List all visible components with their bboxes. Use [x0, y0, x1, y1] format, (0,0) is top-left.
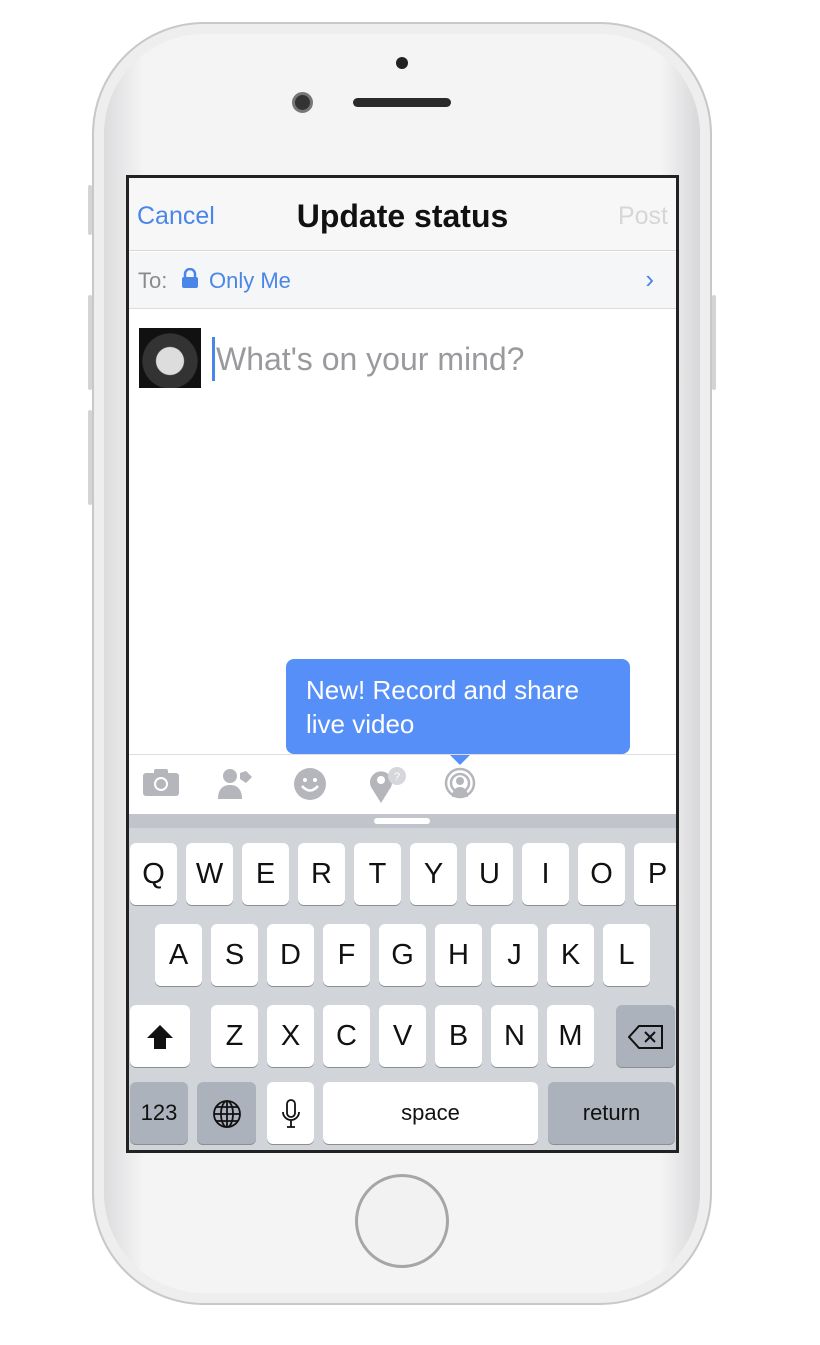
key-e[interactable]: E — [242, 843, 289, 905]
nav-bar: Cancel Update status Post — [129, 178, 676, 251]
key-m[interactable]: M — [547, 1005, 594, 1067]
globe-icon — [212, 1100, 241, 1129]
earpiece-speaker — [353, 98, 451, 107]
numbers-key[interactable]: 123 — [130, 1082, 188, 1144]
shift-icon — [147, 1025, 173, 1050]
keyboard: Q W E R T Y U I O P A S D F G H J K L Z X C V B N M 123 space return — [129, 814, 676, 1150]
volume-down-button — [88, 410, 92, 505]
lock-icon — [182, 268, 198, 288]
composer-toolbar: ? — [129, 754, 676, 814]
key-k[interactable]: K — [547, 924, 594, 986]
key-a[interactable]: A — [155, 924, 202, 986]
key-q[interactable]: Q — [130, 843, 177, 905]
key-d[interactable]: D — [267, 924, 314, 986]
key-b[interactable]: B — [435, 1005, 482, 1067]
audience-selector[interactable]: To: Only Me › — [129, 252, 676, 309]
key-u[interactable]: U — [466, 843, 513, 905]
key-j[interactable]: J — [491, 924, 538, 986]
text-cursor — [212, 337, 215, 381]
key-l[interactable]: L — [603, 924, 650, 986]
power-button — [712, 295, 716, 390]
key-h[interactable]: H — [435, 924, 482, 986]
page-title: Update status — [296, 198, 509, 234]
key-y[interactable]: Y — [410, 843, 457, 905]
space-key[interactable]: space — [323, 1082, 538, 1144]
globe-key[interactable] — [197, 1082, 256, 1144]
key-n[interactable]: N — [491, 1005, 538, 1067]
live-video-icon[interactable] — [440, 767, 480, 803]
key-v[interactable]: V — [379, 1005, 426, 1067]
key-t[interactable]: T — [354, 843, 401, 905]
post-button[interactable]: Post — [618, 202, 668, 231]
svg-text:?: ? — [394, 771, 400, 783]
key-x[interactable]: X — [267, 1005, 314, 1067]
shift-key[interactable] — [130, 1005, 190, 1067]
key-c[interactable]: C — [323, 1005, 370, 1067]
proximity-sensor — [396, 57, 408, 69]
volume-up-button — [88, 295, 92, 390]
keyboard-handle[interactable] — [374, 818, 430, 824]
backspace-icon — [627, 1025, 663, 1050]
key-p[interactable]: P — [634, 843, 676, 905]
key-z[interactable]: Z — [211, 1005, 258, 1067]
screen: Cancel Update status Post To: Only Me › … — [126, 175, 679, 1153]
return-key[interactable]: return — [548, 1082, 675, 1144]
key-f[interactable]: F — [323, 924, 370, 986]
tag-people-icon[interactable] — [215, 767, 255, 803]
audience-value: Only Me — [209, 268, 291, 293]
front-camera — [292, 92, 313, 113]
mute-switch — [88, 185, 92, 235]
live-video-tooltip: New! Record and share live video — [286, 659, 630, 754]
home-button[interactable] — [355, 1174, 449, 1268]
microphone-icon — [281, 1099, 300, 1129]
delete-key[interactable] — [616, 1005, 675, 1067]
key-s[interactable]: S — [211, 924, 258, 986]
dictation-key[interactable] — [267, 1082, 314, 1144]
avatar — [139, 328, 201, 388]
emoji-icon[interactable] — [290, 767, 330, 803]
status-input[interactable]: What's on your mind? — [216, 341, 524, 378]
key-r[interactable]: R — [298, 843, 345, 905]
camera-icon[interactable] — [141, 767, 181, 803]
key-g[interactable]: G — [379, 924, 426, 986]
key-o[interactable]: O — [578, 843, 625, 905]
chevron-right-icon: › — [645, 264, 654, 294]
check-in-icon[interactable]: ? — [367, 767, 407, 803]
audience-label: To: — [138, 268, 168, 293]
key-i[interactable]: I — [522, 843, 569, 905]
key-w[interactable]: W — [186, 843, 233, 905]
